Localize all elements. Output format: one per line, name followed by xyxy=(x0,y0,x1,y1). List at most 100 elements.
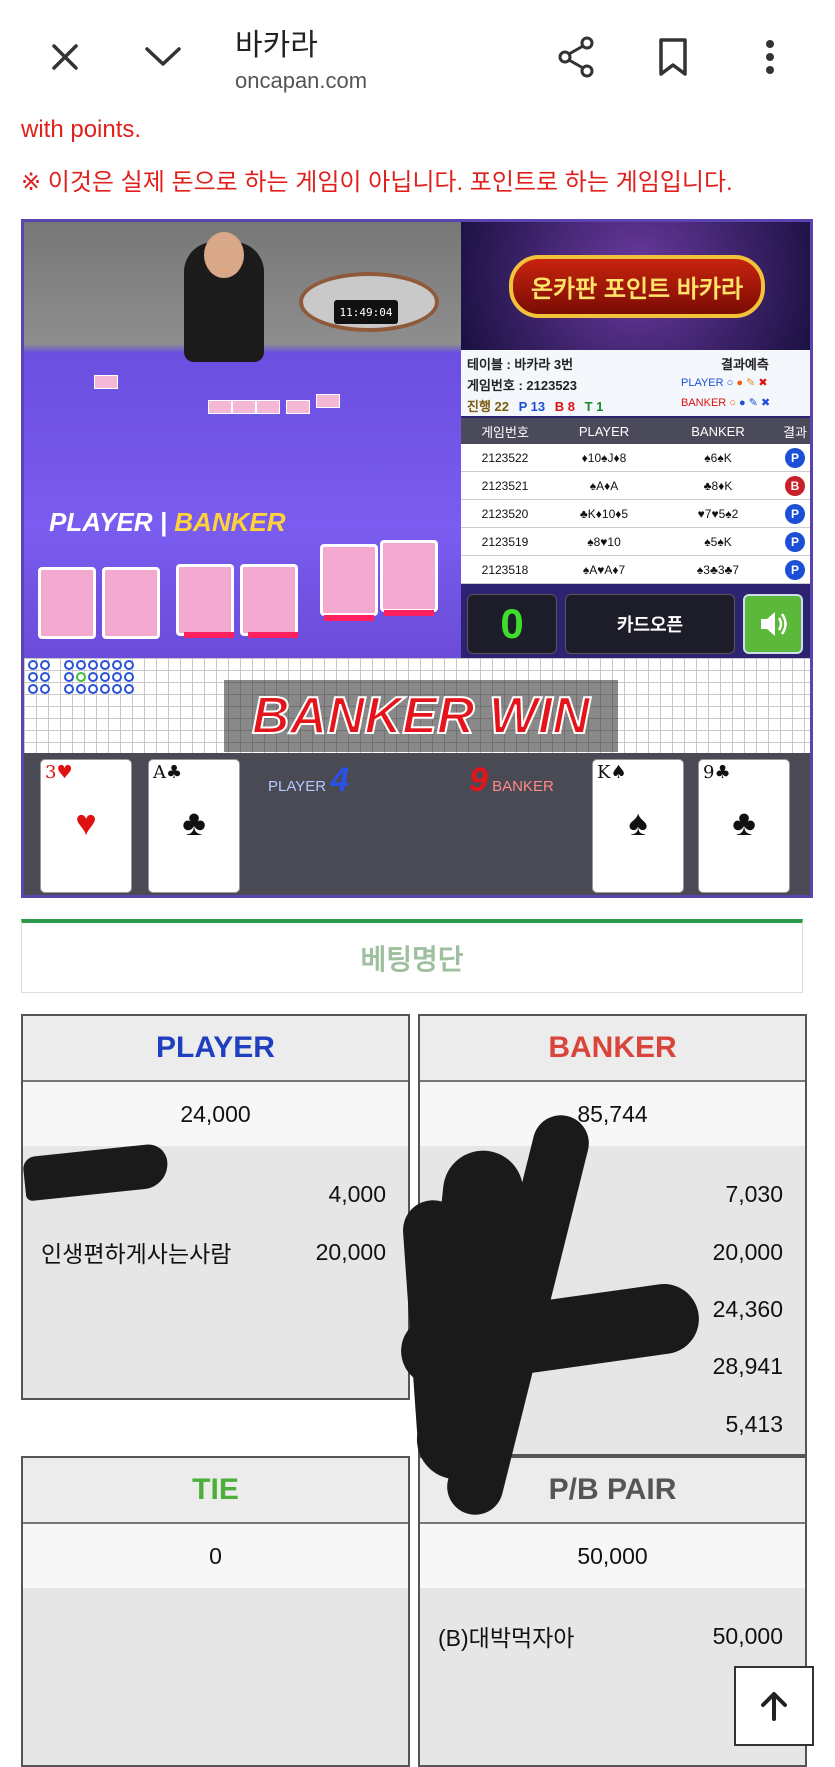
more-vert-icon[interactable] xyxy=(743,30,797,84)
page-url: oncapan.com xyxy=(235,68,368,93)
road-dot xyxy=(76,684,86,694)
road-dot xyxy=(64,660,74,670)
card-result-area: 3♥ ♥ A♣ ♣ PLAYER 4 9 BANKER K♠ ♠ 9♣ ♣ xyxy=(24,753,810,895)
result-badge: P xyxy=(785,531,805,552)
player-bets-total: 24,000 xyxy=(23,1082,408,1146)
notice-korean: ※ 이것은 실제 돈으로 하는 게임이 아닙니다. 포인트로 하는 게임입니다. xyxy=(21,169,733,196)
card-rank: A♣ xyxy=(153,762,183,783)
card-open-button[interactable]: 카드오픈 xyxy=(565,594,735,654)
banker-points: 9 BANKER xyxy=(469,761,554,799)
list-item: (B)대박먹자아 50,000 xyxy=(438,1622,783,1652)
road-dot xyxy=(88,660,98,670)
banner-title: 온카판 포인트 바카라 xyxy=(508,254,766,318)
road-dot xyxy=(40,660,50,670)
player-card-1: 3♥ ♥ xyxy=(40,759,132,893)
road-dot xyxy=(88,684,98,694)
result-badge: B xyxy=(785,475,805,496)
share-icon[interactable] xyxy=(549,30,603,84)
tie-bets-total: 0 xyxy=(23,1524,408,1588)
road-dot xyxy=(124,660,134,670)
card-suit: ♥ xyxy=(75,802,97,843)
dealt-card xyxy=(320,544,378,616)
game-progress: 진행 22 P 13 B 8 T 1 xyxy=(467,399,604,414)
history-header: 게임번호 PLAYER BANKER 결과 xyxy=(461,418,810,444)
banker-card-1: K♠ ♠ xyxy=(592,759,684,893)
history-table: 게임번호 PLAYER BANKER 결과 2123522 ♦10♠J♦8 ♠6♠K… xyxy=(461,418,810,584)
card-suit: ♣ xyxy=(732,802,756,843)
table-label-banker: BANKER xyxy=(174,507,286,537)
chevron-down-icon[interactable] xyxy=(136,30,190,84)
prediction-label: 결과예측 xyxy=(721,357,769,372)
bookmark-icon[interactable] xyxy=(646,30,700,84)
road-dot xyxy=(76,660,86,670)
table-card xyxy=(232,400,256,414)
game-banner: 온카판 포인트 바카라 xyxy=(461,222,810,350)
card-rank: 9♣ xyxy=(703,762,731,783)
road-dot xyxy=(88,672,98,682)
road-dot xyxy=(112,672,122,682)
result-badge: P xyxy=(785,447,805,468)
road-dot xyxy=(100,660,110,670)
road-dot xyxy=(40,684,50,694)
betting-list-tab[interactable]: 베팅명단 xyxy=(21,919,803,993)
bet-counter: 0 xyxy=(467,594,557,654)
scroll-to-top-button[interactable] xyxy=(734,1666,814,1746)
card-rank: K♠ xyxy=(597,762,627,783)
sound-button[interactable] xyxy=(743,594,803,654)
road-dot xyxy=(64,672,74,682)
card-rank: 3♥ xyxy=(45,762,73,783)
tie-bets-box: TIE 0 xyxy=(21,1456,410,1767)
banker-card-2: 9♣ ♣ xyxy=(698,759,790,893)
road-dot xyxy=(100,672,110,682)
road-dot xyxy=(64,684,74,694)
table-clock: 11:49:04 xyxy=(334,300,398,324)
pair-bets-total: 50,000 xyxy=(420,1524,805,1588)
browser-toolbar: 바카라 oncapan.com xyxy=(0,0,835,114)
speaker-icon xyxy=(761,612,787,636)
player-bets-title: PLAYER xyxy=(23,1016,408,1082)
table-card xyxy=(316,394,340,408)
dealer-head xyxy=(204,232,244,278)
table-label-player: PLAYER xyxy=(49,507,153,537)
history-row: 2123521 ♠A♦A ♣8♦K B xyxy=(461,472,810,500)
card-slot xyxy=(184,632,234,638)
win-banner-text: BANKER WIN xyxy=(251,686,591,746)
dealt-card xyxy=(102,567,160,639)
road-dot xyxy=(112,684,122,694)
close-icon[interactable] xyxy=(38,30,92,84)
card-slot xyxy=(248,632,298,638)
card-suit: ♠ xyxy=(628,802,648,843)
table-card xyxy=(286,400,310,414)
card-suit: ♣ xyxy=(182,802,206,843)
banker-bets-title: BANKER xyxy=(420,1016,805,1082)
prediction-player: PLAYER ○ ● ✎ ✖ xyxy=(681,377,768,389)
win-banner: BANKER WIN xyxy=(224,680,618,752)
game-number: 게임번호 : 2123523 xyxy=(467,378,578,393)
history-row: 2123519 ♠8♥10 ♠5♠K P xyxy=(461,528,810,556)
table-name: 테이블 : 바카라 3번 xyxy=(467,357,574,372)
road-dot xyxy=(112,660,122,670)
dealt-card xyxy=(380,540,438,612)
live-dealer-video: 11:49:04 PLAYER | BANKER xyxy=(24,222,461,658)
result-badge: P xyxy=(785,559,805,580)
road-dot xyxy=(76,672,86,682)
history-row: 2123518 ♠A♥A♦7 ♠3♣3♣7 P xyxy=(461,556,810,584)
table-card xyxy=(94,375,118,389)
history-row: 2123522 ♦10♠J♦8 ♠6♠K P xyxy=(461,444,810,472)
banker-bets-total: 85,744 xyxy=(420,1082,805,1146)
table-card xyxy=(208,400,232,414)
road-dot xyxy=(124,672,134,682)
road-dot xyxy=(28,684,38,694)
player-points: PLAYER 4 xyxy=(268,761,350,799)
result-badge: P xyxy=(785,503,805,524)
list-item: 인생편하게사는사람 20,000 xyxy=(41,1238,386,1268)
road-dot xyxy=(100,684,110,694)
prediction-banker: BANKER ○ ● ✎ ✖ xyxy=(681,397,771,409)
notice-english: with points. xyxy=(21,116,142,143)
table-card xyxy=(256,400,280,414)
baccarat-game-panel: 11:49:04 PLAYER | BANKER 온카판 포인트 바카라 테이블… xyxy=(21,219,813,898)
card-slot xyxy=(384,610,434,616)
player-bets-box: PLAYER 24,000 4,000 인생편하게사는사람 20,000 xyxy=(21,1014,410,1400)
game-side-panel: 온카판 포인트 바카라 테이블 : 바카라 3번 게임번호 : 2123523 … xyxy=(461,222,810,658)
arrow-up-icon xyxy=(761,1692,787,1721)
